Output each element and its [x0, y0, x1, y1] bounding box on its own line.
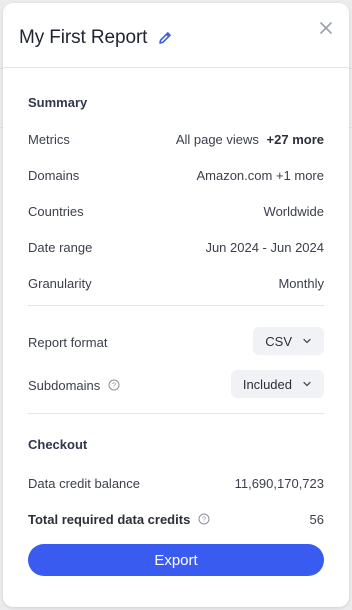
granularity-label: Granularity — [28, 275, 92, 291]
export-button[interactable]: Export — [28, 544, 324, 576]
metrics-label: Metrics — [28, 131, 70, 147]
metrics-row: Metrics All page views +27 more — [28, 129, 324, 149]
info-icon[interactable]: ? — [198, 513, 210, 525]
report-format-select[interactable]: CSV — [253, 327, 324, 355]
report-format-label: Report format — [28, 334, 108, 350]
subdomains-select[interactable]: Included — [230, 370, 324, 398]
svg-text:?: ? — [202, 515, 206, 524]
pencil-icon[interactable] — [157, 30, 173, 46]
panel-header: My First Report — [3, 3, 349, 68]
report-format-value: CSV — [265, 333, 292, 349]
date-range-row: Date range Jun 2024 - Jun 2024 — [28, 237, 324, 257]
report-format-label-row: Report format — [28, 332, 107, 352]
section-divider — [28, 305, 324, 306]
date-range-label: Date range — [28, 239, 93, 255]
domains-value: Amazon.com +1 more — [196, 167, 324, 183]
chevron-down-icon — [303, 338, 311, 344]
required-credits-value: 56 — [309, 511, 324, 527]
credit-balance-label: Data credit balance — [28, 475, 141, 491]
countries-label: Countries — [28, 203, 84, 219]
chevron-down-icon — [303, 381, 311, 387]
credit-balance-value: 11,690,170,723 — [234, 475, 324, 491]
date-range-value: Jun 2024 - Jun 2024 — [205, 239, 324, 255]
credit-balance-row: Data credit balance 11,690,170,723 — [28, 473, 324, 493]
countries-row: Countries Worldwide — [28, 201, 324, 221]
subdomains-label: Subdomains — [28, 377, 101, 393]
subdomains-label-group: Subdomains ? — [28, 378, 120, 393]
svg-text:?: ? — [112, 381, 116, 390]
summary-heading: Summary — [28, 95, 88, 110]
domains-row: Domains Amazon.com +1 more — [28, 165, 324, 185]
granularity-row: Granularity Monthly — [28, 273, 324, 293]
info-icon[interactable]: ? — [108, 379, 120, 391]
required-credits-label-group: Total required data credits ? — [28, 512, 210, 527]
checkout-heading: Checkout — [28, 437, 88, 452]
domains-label: Domains — [28, 167, 80, 183]
metrics-value: All page views +27 more — [176, 132, 324, 147]
close-icon[interactable] — [319, 21, 333, 35]
section-divider — [28, 413, 324, 414]
subdomains-label-row: Subdomains ? — [28, 375, 120, 395]
countries-value: Worldwide — [263, 203, 324, 219]
metrics-value-text: All page views — [175, 131, 259, 147]
report-title: My First Report — [19, 27, 148, 48]
report-panel: My First Report Summary Metrics All page… — [3, 3, 349, 607]
required-credits-row: Total required data credits ? 56 — [28, 509, 324, 529]
subdomains-value: Included — [242, 376, 292, 392]
metrics-more-link[interactable]: +27 more — [267, 132, 324, 147]
granularity-value: Monthly — [278, 275, 324, 291]
required-credits-label: Total required data credits — [28, 511, 191, 527]
